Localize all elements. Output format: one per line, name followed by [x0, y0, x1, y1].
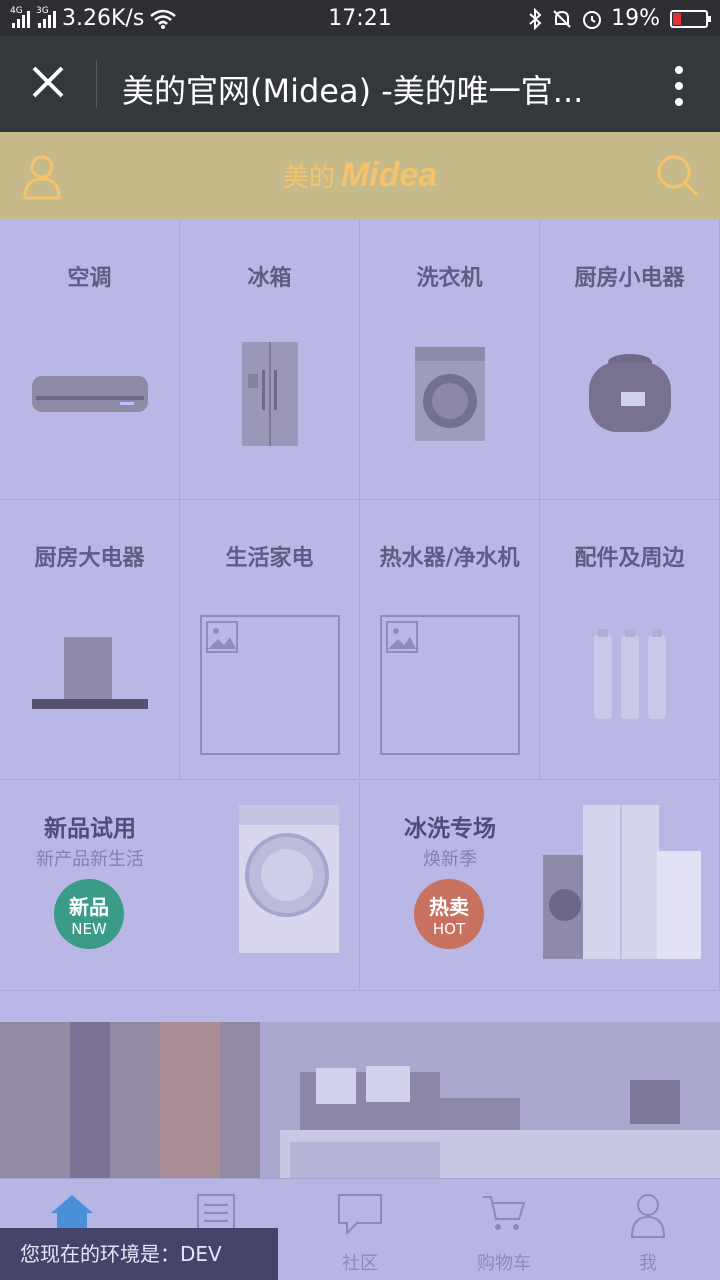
washing-machine-icon — [414, 347, 485, 441]
search-icon[interactable] — [654, 152, 700, 198]
status-bar: 4G 3G 3.26K/s 17:21 19% — [0, 0, 720, 36]
home-icon — [51, 1195, 93, 1231]
nav-label: 社区 — [342, 1253, 378, 1274]
range-hood-icon — [31, 637, 148, 709]
promo-banner[interactable] — [0, 1022, 720, 1182]
promo-title: 新品试用 — [44, 816, 136, 842]
category-water-heater[interactable]: 热水器/净水机 — [360, 500, 540, 780]
environment-toast: 您现在的环境是：DEV — [0, 1228, 278, 1280]
close-icon[interactable] — [28, 62, 68, 102]
list-icon — [197, 1194, 235, 1232]
browser-title-bar: 美的官网(Midea) -美的唯一官... — [0, 36, 720, 132]
category-label: 生活家电 — [225, 546, 314, 571]
laundry-room-image — [0, 1022, 720, 1182]
fridge-washer-icon — [543, 805, 701, 959]
category-air-conditioner[interactable]: 空调 — [0, 220, 180, 500]
promo-subtitle: 焕新季 — [423, 849, 477, 870]
category-refrigerator[interactable]: 冰箱 — [180, 220, 360, 500]
nav-cart[interactable]: 购物车 — [432, 1179, 576, 1280]
more-vert-icon[interactable] — [674, 66, 684, 106]
brand-header: 美的 Midea — [0, 132, 720, 220]
image-icon — [205, 621, 238, 653]
battery-percent: 19% — [611, 6, 660, 31]
category-label: 厨房大电器 — [34, 546, 145, 571]
promo-subtitle: 新产品新生活 — [36, 849, 144, 870]
nav-label: 我 — [639, 1253, 657, 1274]
promo-section: 新品试用 新产品新生活 新品 NEW 冰洗专场 焕新季 热卖 HOT — [0, 781, 720, 991]
water-filter-icon — [593, 629, 666, 719]
refrigerator-icon — [241, 342, 298, 446]
page-title: 美的官网(Midea) -美的唯一官... — [122, 72, 584, 110]
person-icon — [630, 1194, 666, 1238]
title-divider — [96, 60, 97, 108]
category-home-appliance[interactable]: 生活家电 — [180, 500, 360, 780]
promo-new-trial[interactable]: 新品试用 新产品新生活 新品 NEW — [0, 781, 360, 991]
image-placeholder — [379, 615, 520, 755]
category-label: 配件及周边 — [574, 546, 685, 571]
image-placeholder — [199, 615, 340, 755]
air-conditioner-icon — [31, 376, 148, 412]
category-grid: 空调 冰箱 洗衣机 厨房小电器 厨房大电器 生活家电 热水器/净水机 配件及周边 — [0, 220, 720, 780]
category-label: 厨房小电器 — [574, 266, 685, 291]
alarm-icon — [583, 10, 602, 29]
midea-logo[interactable]: 美的 Midea — [0, 156, 720, 195]
category-accessories[interactable]: 配件及周边 — [540, 500, 720, 780]
category-kitchen-large[interactable]: 厨房大电器 — [0, 500, 180, 780]
category-label: 冰箱 — [247, 266, 292, 291]
nav-label: 购物车 — [477, 1253, 531, 1274]
hot-badge: 热卖 HOT — [414, 879, 484, 949]
category-label: 空调 — [67, 266, 112, 291]
category-washing-machine[interactable]: 洗衣机 — [360, 220, 540, 500]
chat-icon — [338, 1194, 382, 1236]
battery-icon — [670, 9, 711, 28]
washing-machine-icon — [239, 805, 339, 953]
image-icon — [385, 621, 418, 653]
category-kitchen-small[interactable]: 厨房小电器 — [540, 220, 720, 500]
promo-title: 冰洗专场 — [404, 816, 496, 842]
nav-me[interactable]: 我 — [576, 1179, 720, 1280]
nav-community[interactable]: 社区 — [288, 1179, 432, 1280]
category-label: 热水器/净水机 — [379, 546, 520, 571]
bell-off-icon — [553, 9, 571, 28]
bluetooth-icon — [529, 7, 542, 30]
new-badge: 新品 NEW — [54, 879, 124, 949]
rice-cooker-icon — [588, 354, 671, 432]
cart-icon — [483, 1196, 526, 1230]
promo-fridge-washer[interactable]: 冰洗专场 焕新季 热卖 HOT — [360, 781, 720, 991]
category-label: 洗衣机 — [416, 266, 483, 291]
